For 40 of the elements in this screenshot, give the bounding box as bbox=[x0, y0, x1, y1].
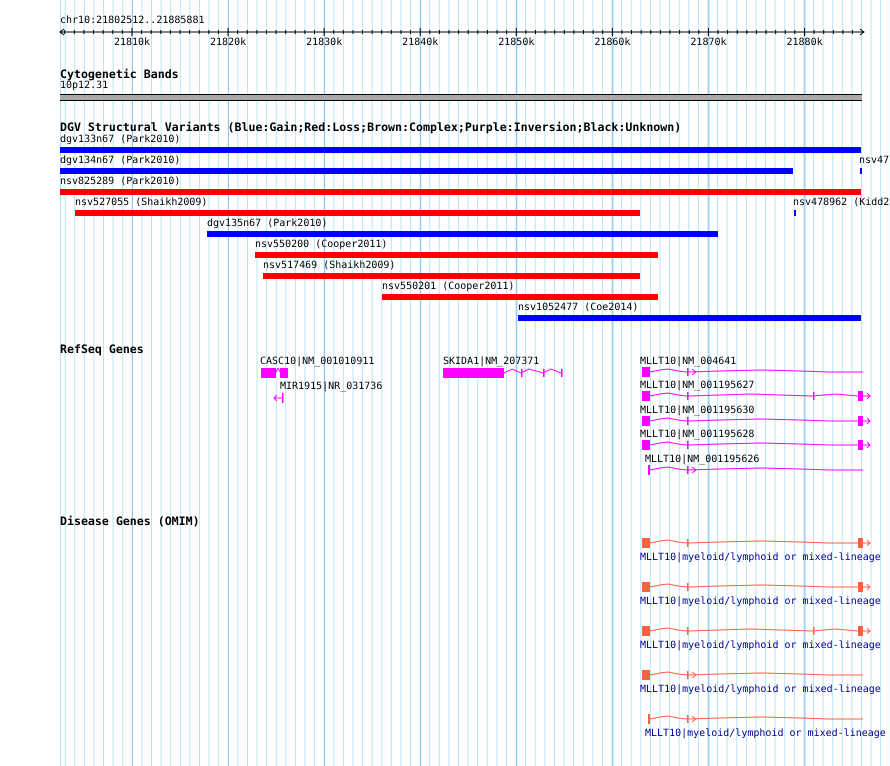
disease-label: MLLT10|myeloid/lymphoid or mixed-lineage bbox=[640, 684, 881, 696]
tick-label: 21860k bbox=[594, 37, 630, 49]
tick-label: 21880k bbox=[786, 37, 823, 49]
tick-label: 21820k bbox=[210, 37, 246, 49]
track-title: RefSeq Genes bbox=[60, 343, 144, 355]
gene-label: MLLT10|NM_004641 bbox=[640, 356, 736, 368]
variant-label: nsv1052477 (Coe2014) bbox=[518, 302, 638, 314]
gene-label: MLLT10|NM_001195626 bbox=[645, 454, 760, 466]
tick-label: 21840k bbox=[402, 37, 438, 49]
gene-label: CASC10|NM_001010911 bbox=[260, 356, 374, 368]
track-title: DGV Structural Variants (Blue:Gain;Red:Loss;Brown:Complex;Purple:Inversion;Black:Unknown) bbox=[60, 121, 682, 133]
variant-label: nsv550200 (Cooper2011) bbox=[255, 239, 388, 251]
variant-label: nsv527055 (Shaikh2009) bbox=[75, 197, 208, 209]
gene-model-drawing bbox=[273, 393, 284, 403]
variant-label: dgv134n67 (Park2010) bbox=[60, 155, 180, 167]
disease-label: MLLT10|myeloid/lymphoid or mixed-lineage bbox=[640, 552, 881, 564]
track-title: Disease Genes (OMIM) bbox=[60, 515, 200, 527]
tick-label: 21810k bbox=[114, 37, 150, 49]
variant-label: nsv478962 (Kidd2 bbox=[793, 197, 890, 209]
gene-label: MLLT10|NM_001195630 bbox=[640, 404, 754, 417]
variant-label: nsv550201 (Cooper2011) bbox=[382, 281, 514, 293]
variant-label: dgv133n67 (Park2010) bbox=[60, 134, 180, 146]
disease-label: MLLT10|myeloid/lymphoid or mixed-lineage bbox=[640, 640, 881, 652]
gene-label: MLLT10|NM_001195627 bbox=[640, 380, 754, 392]
disease-label: MLLT10|myeloid/lymphoid or mixed-lineage bbox=[640, 596, 881, 608]
location-label: chr10:21802512..21885881 bbox=[60, 15, 204, 27]
tick-label: 21830k bbox=[306, 37, 342, 49]
variant-label: dgv135n67 (Park2010) bbox=[207, 218, 328, 230]
disease-label: MLLT10|myeloid/lymphoid or mixed-lineage bbox=[645, 728, 886, 740]
gene-label: MIR1915|NR_031736 bbox=[280, 381, 382, 393]
gene-label: MLLT10|NM_001195628 bbox=[640, 429, 754, 442]
gene-model-drawing bbox=[261, 368, 289, 378]
tick-label: 21850k bbox=[498, 37, 534, 49]
variant-label: nsv825289 (Park2010) bbox=[60, 176, 180, 188]
variant-label: nsv517469 (Shaikh2009) bbox=[263, 260, 396, 272]
variant-label: nsv47 bbox=[859, 155, 890, 167]
tick-label: 21870k bbox=[690, 37, 727, 49]
band-label: 10p12.31 bbox=[60, 80, 108, 92]
track-title: Cytogenetic Bands bbox=[60, 68, 179, 80]
gene-label: SKIDA1|NM_207371 bbox=[443, 356, 540, 368]
